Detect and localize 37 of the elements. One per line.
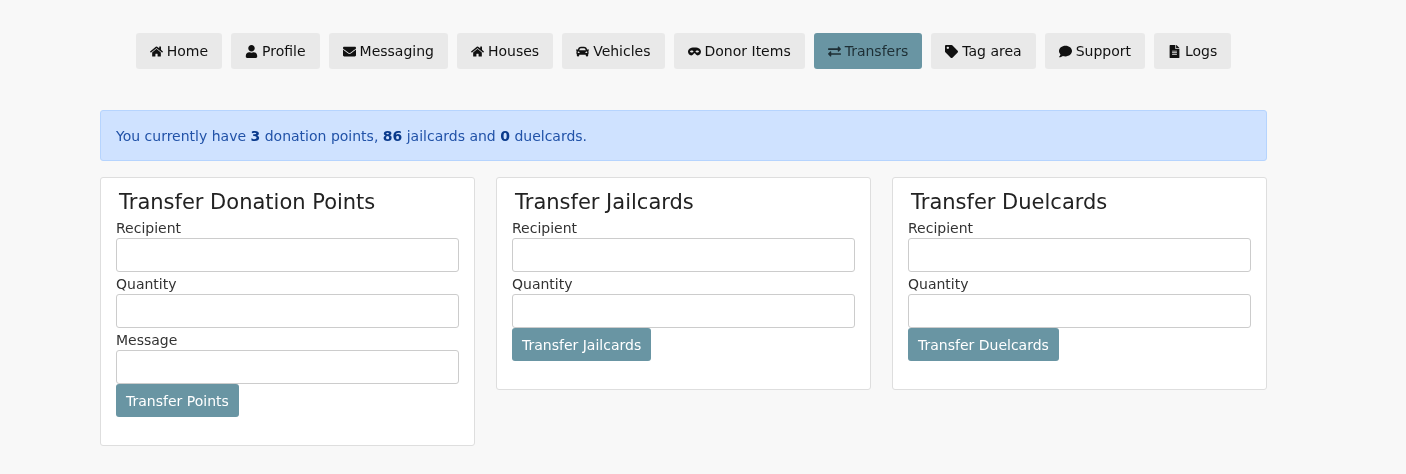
tag-icon xyxy=(945,44,959,58)
field-label: Quantity xyxy=(908,275,970,294)
input-field[interactable] xyxy=(908,238,1251,272)
house-icon xyxy=(470,44,484,58)
nav-tab[interactable]: Donor Items xyxy=(673,33,805,69)
document-icon xyxy=(1168,44,1181,58)
nav-tab[interactable]: Houses xyxy=(456,33,554,69)
house-icon xyxy=(149,44,163,58)
card-title: Transfer Donation Points xyxy=(119,190,377,214)
nav-tab[interactable]: Messaging xyxy=(328,33,448,69)
envelope-icon xyxy=(342,44,356,58)
input-field[interactable] xyxy=(116,350,459,384)
nav-tab[interactable]: Home xyxy=(135,33,223,69)
field-label: Quantity xyxy=(116,275,178,294)
input-field[interactable] xyxy=(116,294,459,328)
field-label: Recipient xyxy=(512,219,579,238)
nav-tab[interactable]: Transfers xyxy=(813,33,923,69)
user-icon xyxy=(245,44,259,58)
nav-tab[interactable]: Logs xyxy=(1154,33,1232,69)
field-label: Quantity xyxy=(512,275,574,294)
input-field[interactable] xyxy=(908,294,1251,328)
speech-bubble-icon xyxy=(1058,44,1072,58)
nav-tab[interactable]: Profile xyxy=(231,33,320,69)
nav-tab[interactable]: Tag area xyxy=(931,33,1036,69)
field-label: Recipient xyxy=(116,219,183,238)
input-field[interactable] xyxy=(512,238,855,272)
field-label: Recipient xyxy=(908,219,975,238)
card-title: Transfer Duelcards xyxy=(911,190,1109,214)
nav-tab[interactable]: Support xyxy=(1044,33,1145,69)
field-label: Message xyxy=(116,331,179,350)
info-alert: You currently have 3 donation points, 86 jailcards and 0 duelcards. xyxy=(100,110,1267,161)
arrows-icon xyxy=(827,44,841,58)
nav-tab[interactable]: Vehicles xyxy=(562,33,665,69)
input-field[interactable] xyxy=(116,238,459,272)
card-title: Transfer Jailcards xyxy=(515,190,695,214)
input-field[interactable] xyxy=(512,294,855,328)
car-icon xyxy=(576,44,590,58)
